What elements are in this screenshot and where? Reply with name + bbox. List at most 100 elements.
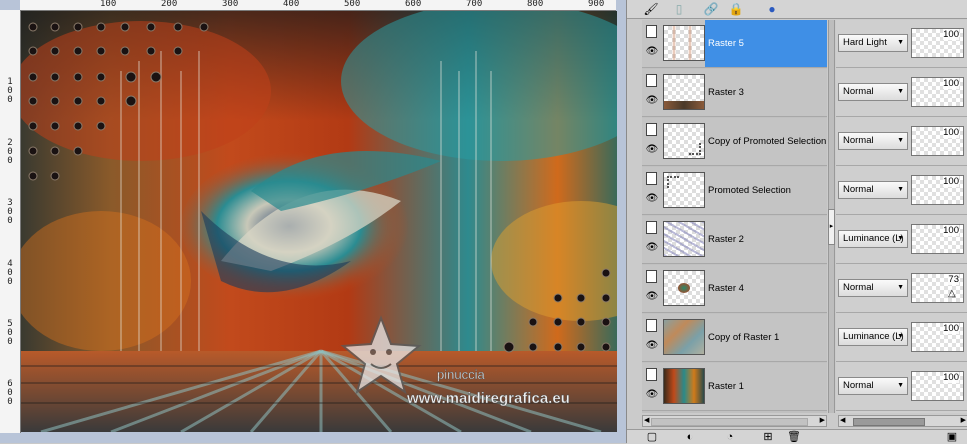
layer-page-icon [646,319,657,332]
scrollbar-thumb[interactable] [651,418,808,426]
ruler-label: 400 [283,0,300,9]
opacity-slider[interactable]: 100 [911,224,964,254]
layer-thumbnail [663,368,705,404]
layer-name[interactable]: Raster 1 [705,363,827,410]
opacity-slider[interactable]: 100 [911,175,964,205]
layer-props-row: Normal ▼ 100 [836,363,967,411]
layer-name[interactable]: Copy of Raster 1 [705,314,827,361]
dropdown-arrow-icon: ▼ [897,39,904,46]
opacity-slider[interactable]: 100 [911,77,964,107]
dropdown-arrow-icon: ▼ [897,186,904,193]
opacity-slider[interactable]: 100 [911,28,964,58]
layer-row-copy-of-promoted-selection[interactable]: 👁 Copy of Promoted Selection [642,118,827,166]
scrollbar-thumb[interactable] [853,418,925,426]
palette-footer: ▢ ◐ ◔ ⊞ 🗑 ▣ [627,429,967,444]
opacity-slider[interactable]: 100 [911,371,964,401]
opacity-marker-icon: △ [948,288,956,299]
blend-mode-select[interactable]: Luminance (L) ▼ [838,230,908,248]
eye-icon[interactable]: 👁 [645,292,659,302]
ruler-label-v: 200 [7,138,13,166]
blend-mode-select[interactable]: Luminance (L) ▼ [838,328,908,346]
layer-visibility: 👁 [644,122,661,162]
layer-props-row: Luminance (L) ▼ 100 [836,216,967,264]
eye-icon[interactable]: 👁 [645,47,659,57]
blend-mode-select[interactable]: Normal ▼ [838,279,908,297]
paint-blob-icon[interactable]: ● [764,1,780,17]
layer-visibility: 👁 [644,367,661,407]
layer-thumbnail [663,221,705,257]
vertical-ruler: 100 200 300 400 500 600 [0,10,21,433]
layer-row-copy-of-raster-1[interactable]: 👁 Copy of Raster 1 [642,314,827,362]
properties-icon[interactable]: ▣ [945,430,959,444]
dropdown-arrow-icon: ▼ [897,88,904,95]
opacity-slider[interactable]: 73 △ [911,273,964,303]
ruler-label: 500 [344,0,361,9]
layer-row-raster-4[interactable]: 👁 Raster 4 [642,265,827,313]
eye-icon[interactable]: 👁 [645,341,659,351]
scroll-left-icon[interactable]: ◀ [644,416,649,426]
properties-scrollbar[interactable]: ◀ ▶ [838,415,967,427]
opacity-slider[interactable]: 100 [911,322,964,352]
layer-thumbnail [663,319,705,355]
lock-icon[interactable]: 🔒 [728,1,744,17]
layer-name[interactable]: Raster 4 [705,265,827,312]
document-icon[interactable]: ▯ [671,1,687,17]
blend-mode-select[interactable]: Normal ▼ [838,181,908,199]
layer-page-icon [646,270,657,283]
group-icon[interactable]: ⊞ [761,430,775,444]
opacity-value: 100 [943,323,959,334]
layer-visibility: 👁 [644,73,661,113]
layer-props-row: Normal ▼ 100 [836,69,967,117]
layer-row-raster-5[interactable]: 👁 Raster 5 [642,20,827,68]
layer-page-icon [646,74,657,87]
ruler-label-v: 500 [7,319,13,347]
layer-page-icon [646,25,657,38]
blend-mode-select[interactable]: Normal ▼ [838,132,908,150]
layer-props-row: Normal ▼ 100 [836,167,967,215]
layer-thumbnail [663,25,705,61]
layer-row-raster-3[interactable]: 👁 Raster 3 [642,69,827,117]
layer-page-icon [646,221,657,234]
mask-icon[interactable]: ◐ [683,430,697,444]
opacity-slider[interactable]: 100 [911,126,964,156]
layer-visibility: 👁 [644,24,661,64]
blend-mode-select[interactable]: Normal ▼ [838,83,908,101]
layer-visibility: 👁 [644,171,661,211]
adjust-icon[interactable]: ◔ [723,430,737,444]
layer-row-promoted-selection[interactable]: 👁 Promoted Selection [642,167,827,215]
layer-page-icon [646,123,657,136]
layer-list-scrollbar[interactable]: ◀ ▶ [642,415,827,427]
layer-name[interactable]: Raster 3 [705,69,827,116]
ruler-label-v: 600 [7,379,13,407]
eye-icon[interactable]: 👁 [645,390,659,400]
brush-icon[interactable]: 🖌 [643,1,659,17]
delete-icon[interactable]: 🗑 [787,430,801,444]
blend-mode-select[interactable]: Normal ▼ [838,377,908,395]
eye-icon[interactable]: 👁 [645,194,659,204]
ruler-label-v: 100 [7,77,13,105]
eye-icon[interactable]: 👁 [645,96,659,106]
layer-name[interactable]: Copy of Promoted Selection [705,118,827,165]
link-icon[interactable]: 🔗 [703,1,719,17]
layer-thumbnail [663,270,705,306]
eye-icon[interactable]: 👁 [645,243,659,253]
layer-visibility: 👁 [644,269,661,309]
layer-list: 👁 Raster 5 👁 Raster 3 👁 Copy of Promoted… [642,20,827,413]
scroll-right-icon[interactable]: ▶ [820,416,825,426]
splitter-handle[interactable]: ▸ [828,209,835,245]
layer-row-raster-1[interactable]: 👁 Raster 1 [642,363,827,411]
layer-name[interactable]: Promoted Selection [705,167,827,214]
image-canvas[interactable]: pinuccia www.maidiregrafica.eu [21,11,617,432]
scroll-right-icon[interactable]: ▶ [961,416,966,426]
horizontal-ruler: 100 200 300 400 500 600 700 800 900 [20,0,616,11]
dropdown-arrow-icon: ▼ [897,382,904,389]
blend-mode-select[interactable]: Hard Light ▼ [838,34,908,52]
opacity-value: 100 [943,127,959,138]
layer-name[interactable]: Raster 2 [705,216,827,263]
eye-icon[interactable]: 👁 [645,145,659,155]
layer-row-raster-2[interactable]: 👁 Raster 2 [642,216,827,264]
opacity-value: 100 [943,29,959,40]
layer-name[interactable]: Raster 5 [705,20,827,67]
new-layer-icon[interactable]: ▢ [645,430,659,444]
scroll-left-icon[interactable]: ◀ [840,416,845,426]
